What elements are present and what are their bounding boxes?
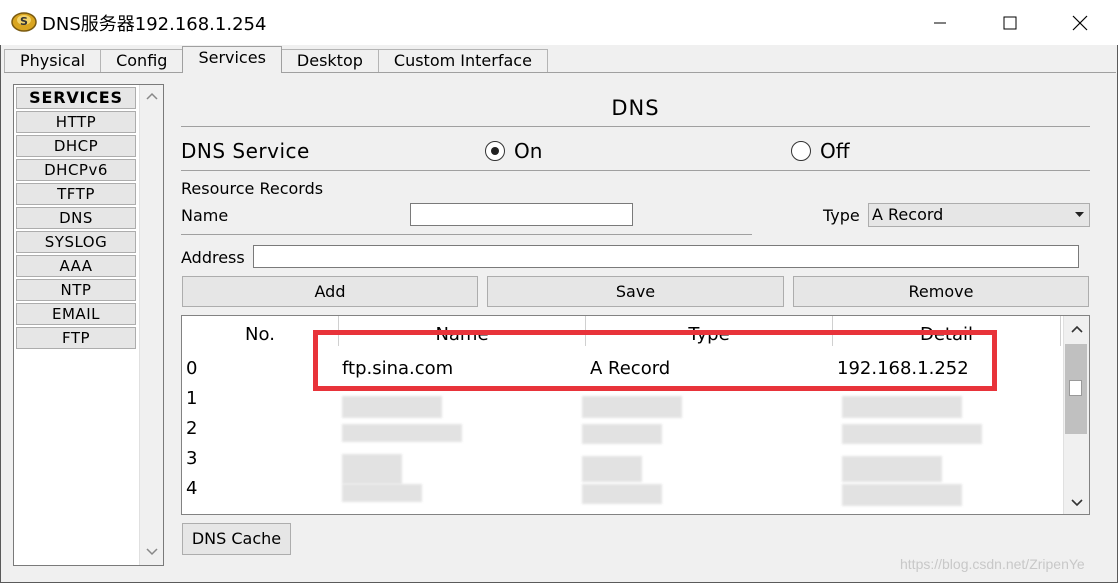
dns-on-radio[interactable]: On — [485, 139, 542, 163]
dropdown-arrow-icon — [1075, 212, 1084, 217]
cell-name: ftp.sina.com — [342, 358, 454, 379]
page-title: DNS — [611, 96, 660, 120]
minimize-icon — [934, 22, 946, 23]
records-table: No. Name Type Detail 0 ftp.sina.com A Re… — [181, 315, 1090, 515]
table-scrollbar[interactable] — [1063, 316, 1089, 514]
dns-cache-button[interactable]: DNS Cache — [182, 523, 291, 555]
tab-custom-interface[interactable]: Custom Interface — [377, 49, 548, 73]
packet-tracer-server-icon: S — [11, 10, 37, 34]
tab-services[interactable]: Services — [182, 46, 282, 73]
type-select-value: A Record — [872, 205, 944, 224]
cell-no: 3 — [186, 448, 198, 469]
dns-off-label: Off — [820, 139, 850, 163]
table-row[interactable]: 0 ftp.sina.com A Record 192.168.1.252 — [182, 354, 1064, 384]
name-input[interactable] — [410, 203, 633, 226]
redacted-region — [342, 424, 462, 442]
cell-detail: 192.168.1.252 — [837, 358, 969, 379]
divider — [181, 126, 1090, 127]
type-select[interactable]: A Record — [868, 203, 1090, 227]
sidebar-item-http[interactable]: HTTP — [16, 111, 136, 133]
sidebar-item-dhcpv6[interactable]: DHCPv6 — [16, 159, 136, 181]
title-bar: S DNS服务器192.168.1.254 — [0, 0, 1118, 45]
redacted-region — [582, 484, 662, 504]
save-button[interactable]: Save — [487, 276, 784, 307]
address-label: Address — [181, 248, 245, 267]
type-label: Type — [823, 206, 860, 225]
svg-text:S: S — [20, 15, 28, 28]
tab-divider — [4, 72, 1116, 73]
tab-physical[interactable]: Physical — [4, 49, 102, 73]
remove-button[interactable]: Remove — [793, 276, 1089, 307]
sidebar-item-aaa[interactable]: AAA — [16, 255, 136, 277]
redacted-region — [342, 454, 402, 484]
redacted-region — [842, 484, 962, 506]
maximize-icon — [1003, 16, 1017, 29]
close-button[interactable] — [1045, 0, 1115, 45]
dns-service-label: DNS Service — [181, 139, 310, 163]
redacted-region — [342, 484, 422, 502]
cell-no: 0 — [186, 358, 198, 379]
chevron-down-icon[interactable] — [1070, 498, 1084, 508]
redacted-region — [842, 456, 942, 482]
sidebar-item-ntp[interactable]: NTP — [16, 279, 136, 301]
sidebar-scrollbar[interactable] — [139, 85, 163, 565]
chevron-up-icon[interactable] — [1070, 324, 1084, 334]
redacted-region — [842, 424, 982, 444]
close-icon — [1072, 15, 1088, 30]
redacted-region — [582, 396, 682, 418]
tab-strip: Physical Config Services Desktop Custom … — [4, 46, 548, 73]
sidebar-item-ftp[interactable]: FTP — [16, 327, 136, 349]
maximize-button[interactable] — [975, 0, 1045, 45]
sidebar-item-email[interactable]: EMAIL — [16, 303, 136, 325]
resource-records-label: Resource Records — [181, 179, 324, 198]
column-header-type[interactable]: Type — [586, 316, 833, 346]
column-header-no[interactable]: No. — [182, 316, 339, 346]
divider — [181, 234, 752, 235]
chevron-up-icon[interactable] — [145, 91, 159, 101]
sidebar-item-tftp[interactable]: TFTP — [16, 183, 136, 205]
services-list: SERVICES HTTP DHCP DHCPv6 TFTP DNS SYSLO… — [16, 87, 136, 351]
divider — [181, 170, 1090, 171]
tab-desktop[interactable]: Desktop — [280, 49, 379, 73]
sidebar-item-dhcp[interactable]: DHCP — [16, 135, 136, 157]
redacted-region — [842, 396, 962, 418]
sidebar-item-dns[interactable]: DNS — [16, 207, 136, 229]
cell-type: A Record — [590, 358, 671, 379]
redacted-region — [582, 424, 662, 444]
dns-off-radio[interactable]: Off — [791, 139, 850, 163]
minimize-button[interactable] — [905, 0, 975, 45]
watermark: https://blog.csdn.net/ZripenYe — [900, 556, 1085, 572]
column-header-name[interactable]: Name — [339, 316, 586, 346]
column-header-detail[interactable]: Detail — [833, 316, 1061, 346]
cell-no: 2 — [186, 418, 198, 439]
sidebar-item-syslog[interactable]: SYSLOG — [16, 231, 136, 253]
scrollbar-grip[interactable] — [1069, 380, 1082, 396]
chevron-down-icon[interactable] — [145, 547, 159, 557]
tab-config[interactable]: Config — [100, 49, 184, 73]
radio-checked-icon[interactable] — [485, 141, 505, 161]
services-sidebar: SERVICES HTTP DHCP DHCPv6 TFTP DNS SYSLO… — [13, 84, 164, 566]
cell-no: 1 — [186, 388, 198, 409]
cell-no: 4 — [186, 478, 198, 499]
window-title: DNS服务器192.168.1.254 — [42, 14, 267, 35]
radio-unchecked-icon[interactable] — [791, 141, 811, 161]
add-button[interactable]: Add — [182, 276, 478, 307]
table-header: No. Name Type Detail — [182, 316, 1064, 346]
dns-on-label: On — [514, 139, 543, 163]
address-input[interactable] — [253, 245, 1079, 268]
name-label: Name — [181, 206, 229, 225]
redacted-region — [342, 396, 442, 418]
services-header: SERVICES — [16, 87, 136, 109]
redacted-region — [582, 456, 642, 482]
